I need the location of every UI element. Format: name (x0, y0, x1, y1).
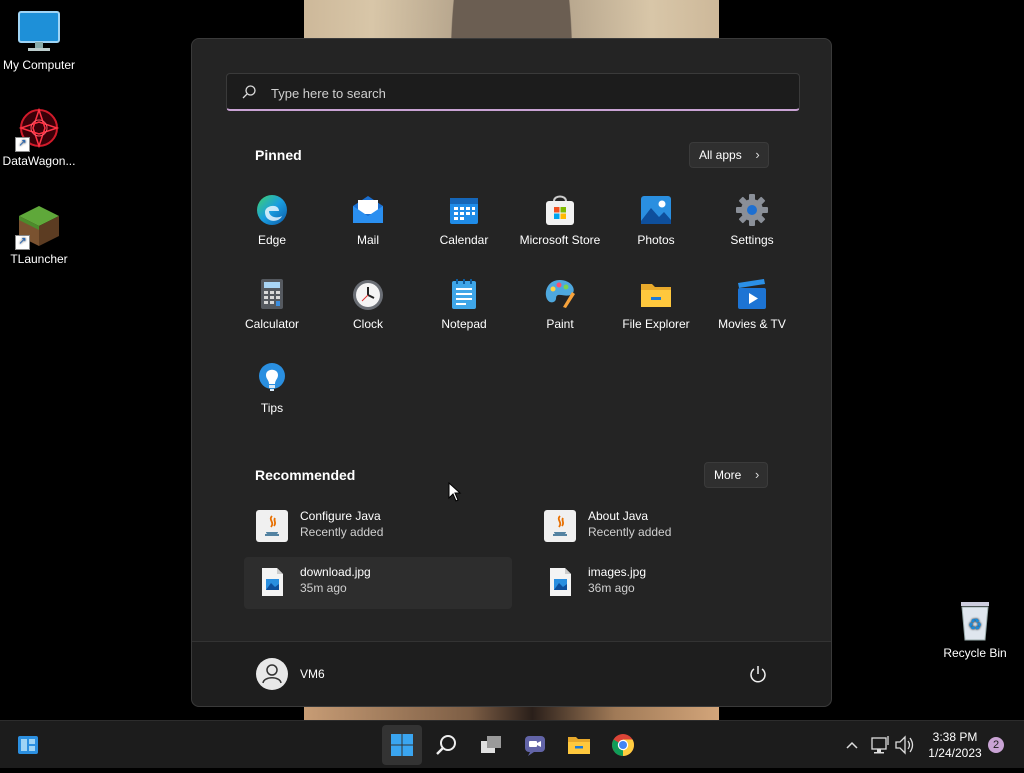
desktop-icon-label: Recycle Bin (943, 646, 1007, 660)
folder-icon (639, 277, 673, 311)
chevron-right-icon: › (755, 147, 760, 162)
calendar-icon (447, 193, 481, 227)
pinned-app-calculator[interactable]: Calculator (224, 265, 320, 337)
monitor-icon (17, 10, 61, 54)
chrome-button[interactable] (603, 725, 643, 765)
chrome-icon (612, 734, 634, 756)
chevron-up-icon (846, 741, 858, 749)
clock-date: 1/24/2023 (928, 746, 982, 760)
recycle-bin-icon: ♻ (953, 598, 997, 642)
desktop-icon-label: My Computer (2, 58, 76, 72)
power-icon (750, 666, 766, 683)
pinned-app-calendar[interactable]: Calendar (416, 181, 512, 253)
chat-icon (525, 736, 545, 756)
pinned-heading: Pinned (255, 147, 302, 163)
start-menu-footer: VM6 (192, 641, 831, 706)
java-icon (256, 510, 288, 542)
image-file-icon (544, 566, 576, 598)
task-view-icon (481, 736, 501, 753)
recommended-item-download-jpg[interactable]: download.jpg 35m ago (244, 557, 512, 609)
network-button[interactable] (868, 721, 892, 769)
grass-block-icon: ↗ (15, 204, 61, 250)
java-icon (544, 510, 576, 542)
task-view-button[interactable] (471, 725, 511, 765)
desktop-icon-recycle-bin[interactable]: ♻ Recycle Bin (930, 598, 1020, 660)
start-icon (391, 734, 413, 756)
more-button[interactable]: More › (704, 462, 769, 488)
pinned-app-clock[interactable]: Clock (320, 265, 416, 337)
photos-icon (639, 193, 673, 227)
notification-badge[interactable]: 2 (988, 737, 1004, 753)
mouse-cursor-icon (448, 482, 462, 502)
all-apps-button[interactable]: All apps › (689, 142, 769, 168)
pinned-app-mail[interactable]: Mail (320, 181, 416, 253)
widgets-button[interactable] (8, 725, 48, 765)
pinned-app-photos[interactable]: Photos (608, 181, 704, 253)
volume-button[interactable] (893, 721, 917, 769)
mail-icon (351, 193, 385, 227)
pinned-app-paint[interactable]: Paint (512, 265, 608, 337)
lightbulb-icon (255, 361, 289, 395)
clock-icon (351, 277, 385, 311)
calculator-icon (255, 277, 289, 311)
more-label: More (714, 468, 742, 482)
pinned-app-notepad[interactable]: Notepad (416, 265, 512, 337)
taskbar-search-button[interactable] (427, 725, 467, 765)
desktop-icon-tlauncher[interactable]: ↗ TLauncher (0, 204, 84, 266)
recommended-item-images-jpg[interactable]: images.jpg 36m ago (532, 557, 800, 609)
clock-button[interactable]: 3:38 PM 1/24/2023 (920, 729, 990, 761)
start-search-box[interactable] (226, 73, 800, 111)
desktop-icon-label: TLauncher (10, 252, 68, 266)
datawagon-icon: ↗ (15, 106, 61, 152)
pinned-app-tips[interactable]: Tips (224, 349, 320, 421)
paint-icon (543, 277, 577, 311)
edge-icon (255, 193, 289, 227)
file-explorer-icon (568, 737, 590, 754)
recommended-heading: Recommended (255, 467, 356, 483)
desktop-icon-datawagon[interactable]: ↗ DataWagon... (0, 106, 84, 168)
widgets-icon (18, 736, 38, 754)
pinned-app-microsoft-store[interactable]: Microsoft Store (512, 181, 608, 253)
pinned-app-settings[interactable]: Settings (704, 181, 800, 253)
search-icon (436, 735, 456, 755)
desktop-icon-my-computer[interactable]: My Computer (0, 10, 84, 72)
svg-text:♻: ♻ (968, 617, 982, 634)
user-avatar[interactable] (256, 658, 288, 690)
chevron-right-icon: › (755, 467, 760, 482)
search-input[interactable] (269, 80, 773, 106)
search-icon (242, 85, 256, 99)
chat-button[interactable] (515, 725, 555, 765)
show-hidden-icons-button[interactable] (842, 721, 862, 769)
start-menu: Pinned All apps › Edge Mail Calendar Mic… (191, 38, 832, 707)
movies-icon (735, 277, 769, 311)
gear-icon (735, 193, 769, 227)
notepad-icon (447, 277, 481, 311)
pinned-app-movies-tv[interactable]: Movies & TV (704, 265, 800, 337)
shortcut-arrow-icon: ↗ (15, 235, 30, 250)
recommended-item-configure-java[interactable]: Configure Java Recently added (244, 501, 512, 553)
desktop-icon-label: DataWagon... (2, 154, 76, 168)
pinned-app-file-explorer[interactable]: File Explorer (608, 265, 704, 337)
store-icon (543, 193, 577, 227)
all-apps-label: All apps (699, 148, 742, 162)
image-file-icon (256, 566, 288, 598)
user-icon (262, 664, 282, 684)
speaker-icon (895, 735, 914, 755)
power-button[interactable] (748, 664, 768, 684)
recommended-item-about-java[interactable]: About Java Recently added (532, 501, 800, 553)
start-button[interactable] (382, 725, 422, 765)
file-explorer-button[interactable] (559, 725, 599, 765)
user-name[interactable]: VM6 (300, 667, 325, 681)
network-icon (871, 736, 889, 754)
shortcut-arrow-icon: ↗ (15, 137, 30, 152)
pinned-app-edge[interactable]: Edge (224, 181, 320, 253)
clock-time: 3:38 PM (932, 730, 978, 744)
taskbar: 3:38 PM 1/24/2023 2 (0, 720, 1024, 768)
